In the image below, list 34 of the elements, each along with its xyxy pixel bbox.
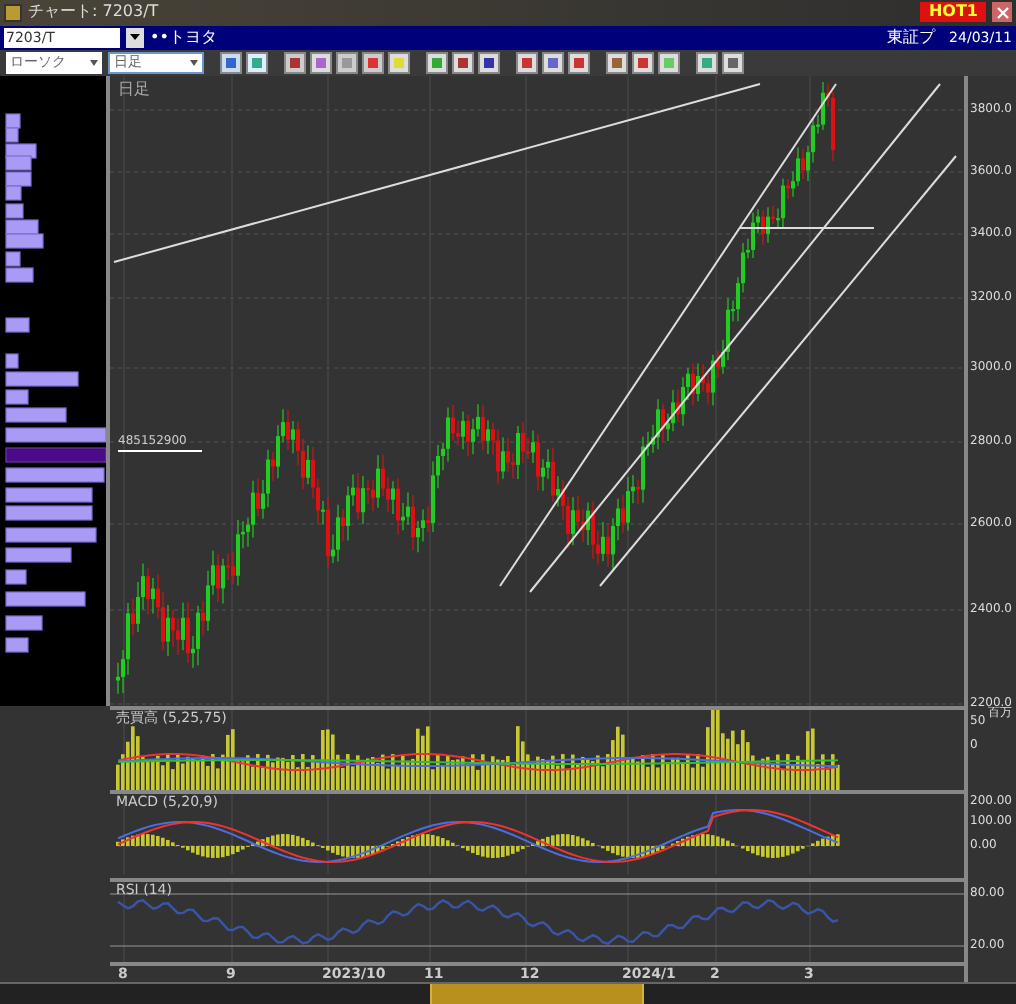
caret-icon [90,59,98,66]
toolbar-button[interactable] [310,51,332,74]
toolbar-button[interactable] [658,51,680,74]
trend-line[interactable] [499,82,837,587]
toolbar-button[interactable] [632,51,654,74]
market-label: 東証プ [887,25,936,50]
toolbar-button[interactable] [246,51,268,74]
trend-line[interactable] [599,154,957,587]
caret-icon [190,59,198,66]
toolbar-button[interactable] [362,51,384,74]
caret-icon [130,34,140,41]
toolbar-button[interactable] [722,51,744,74]
company-name: ••トヨタ [150,25,217,50]
toolbar-button[interactable] [696,51,718,74]
toolbar-button[interactable] [516,51,538,74]
toolbar-button[interactable] [336,51,358,74]
app-icon [4,3,22,22]
close-icon [995,5,1009,20]
toolbar-button[interactable] [220,51,242,74]
horizontal-line[interactable] [739,226,875,229]
toolbar-button[interactable] [426,51,448,74]
toolbar-button[interactable] [388,51,410,74]
toolbar-button[interactable] [606,51,628,74]
toolbar-button[interactable] [284,51,306,74]
toolbar-button[interactable] [542,51,564,74]
trend-line[interactable] [529,82,941,593]
hot-button[interactable]: HOT1 [920,2,986,23]
window-title: チャート: 7203/T [28,0,159,25]
dropdown-button[interactable] [126,27,144,48]
toolbar-button[interactable] [478,51,500,74]
close-button[interactable] [992,2,1012,23]
toolbar-button[interactable] [568,51,590,74]
period-label: 日足 [118,77,150,102]
toolbar-button[interactable] [452,51,474,74]
